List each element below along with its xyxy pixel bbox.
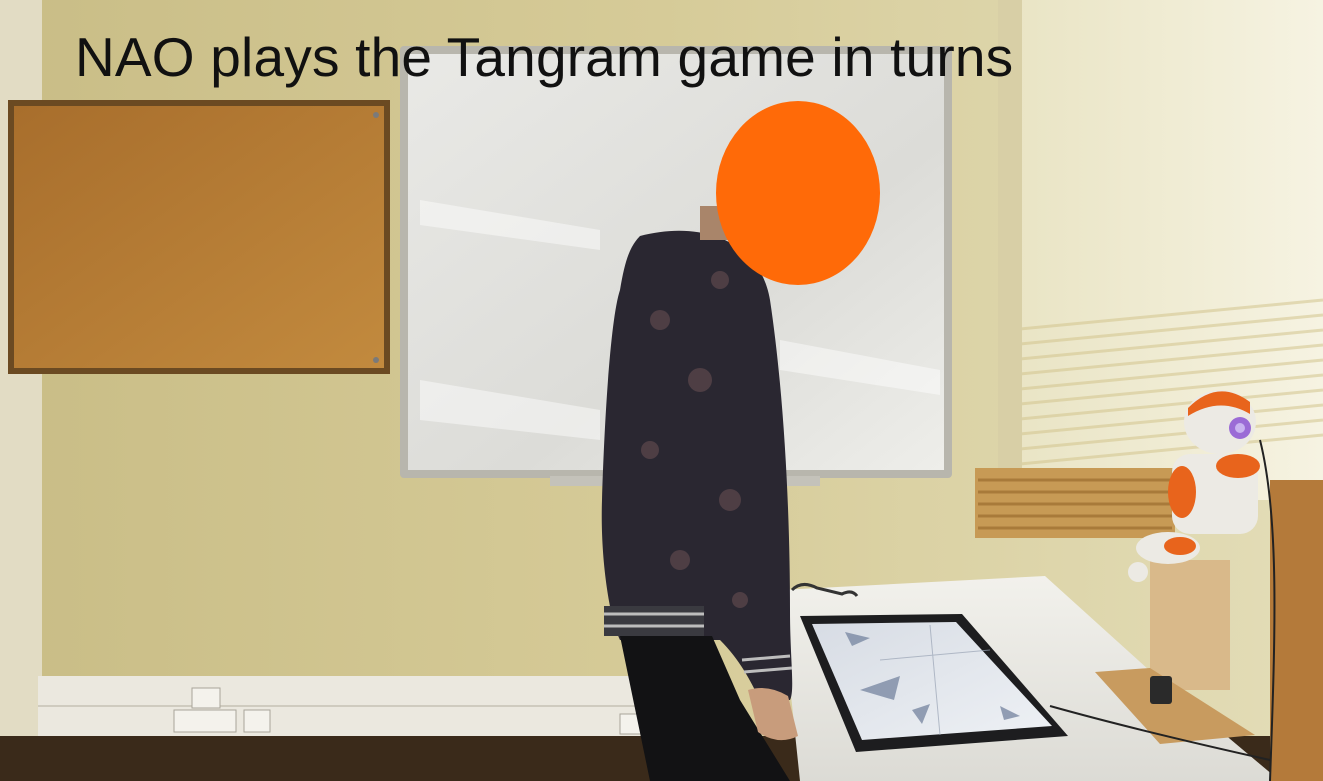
wooden-stand xyxy=(1150,560,1230,690)
robot-hand xyxy=(1128,562,1148,582)
face-mask xyxy=(716,101,880,285)
camera-device xyxy=(1150,676,1172,704)
scene-illustration xyxy=(0,0,1323,781)
wall-outlet xyxy=(243,709,271,733)
robot-shoulder xyxy=(1216,454,1260,478)
sweater-hem xyxy=(604,606,704,636)
corkboard-pin xyxy=(373,357,379,363)
robot-arm xyxy=(1168,466,1196,518)
robot-knee xyxy=(1164,537,1196,555)
corkboard xyxy=(14,106,384,368)
corkboard-pin xyxy=(373,112,379,118)
video-caption: NAO plays the Tangram game in turns xyxy=(75,26,1014,88)
video-frame: NAO plays the Tangram game in turns xyxy=(0,0,1323,781)
wall-outlet xyxy=(191,687,221,709)
wooden-panel xyxy=(1270,480,1323,781)
wall-outlet xyxy=(173,709,237,733)
